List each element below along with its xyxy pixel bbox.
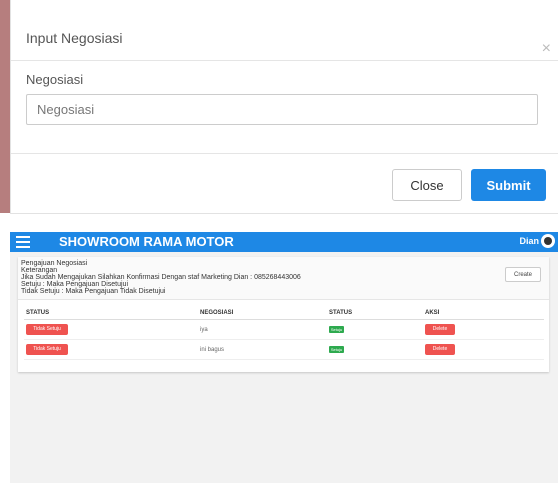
column-header-negosiasi: NEGOSIASI xyxy=(198,307,327,320)
delete-button[interactable]: Delete xyxy=(425,344,455,355)
create-button[interactable]: Create xyxy=(505,267,541,282)
user-name[interactable]: Dian xyxy=(519,236,539,246)
negosiasi-table: STATUS NEGOSIASI STATUS AKSI Tidak Setuj… xyxy=(24,307,544,360)
card-header: Pengajuan Negosiasi Keterangan Jika Suda… xyxy=(18,257,549,300)
negosiasi-cell: iya xyxy=(198,319,327,340)
column-header-status: STATUS xyxy=(24,307,198,320)
submit-button[interactable]: Submit xyxy=(471,169,546,201)
setuju-badge: Setuju xyxy=(329,326,344,333)
table-header-row: STATUS NEGOSIASI STATUS AKSI xyxy=(24,307,544,320)
modal-footer: Close Submit xyxy=(11,153,558,214)
menu-icon[interactable] xyxy=(16,236,30,248)
tidak-setuju-button[interactable]: Tidak Setuju xyxy=(26,344,68,355)
setuju-badge: Setuju xyxy=(329,346,344,353)
info-instruction: Jika Sudah Mengajukan Silahkan Konfirmas… xyxy=(21,274,301,281)
info-title: Pengajuan Negosiasi xyxy=(21,260,88,267)
column-header-status-2: STATUS xyxy=(327,307,423,320)
negosiasi-card: Pengajuan Negosiasi Keterangan Jika Suda… xyxy=(18,257,549,372)
info-keterangan: Keterangan xyxy=(21,267,58,274)
close-button[interactable]: Close xyxy=(392,169,462,201)
negosiasi-label: Negosiasi xyxy=(26,72,84,87)
input-negosiasi-modal: Input Negosiasi × Negosiasi Close Submit xyxy=(10,0,558,214)
navbar: SHOWROOM RAMA MOTOR Dian xyxy=(10,232,558,252)
close-icon[interactable]: × xyxy=(542,41,551,57)
delete-button[interactable]: Delete xyxy=(425,324,455,335)
info-text: Pengajuan Negosiasi Keterangan Jika Suda… xyxy=(21,260,301,295)
table-row: Tidak Setuju iya Setuju Delete xyxy=(24,319,544,340)
column-header-aksi: AKSI xyxy=(423,307,544,320)
modal-title: Input Negosiasi xyxy=(26,30,123,46)
negosiasi-cell: ini bagus xyxy=(198,339,327,360)
negosiasi-input[interactable] xyxy=(26,94,538,125)
tidak-setuju-button[interactable]: Tidak Setuju xyxy=(26,324,68,335)
info-setuju: Setuju : Maka Pengajuan Disetujui xyxy=(21,281,129,288)
user-avatar-icon[interactable] xyxy=(541,234,555,248)
modal-backdrop xyxy=(0,0,10,213)
table-row: Tidak Setuju ini bagus Setuju Delete xyxy=(24,339,544,360)
brand-title[interactable]: SHOWROOM RAMA MOTOR xyxy=(59,234,234,249)
main-content: Pengajuan Negosiasi Keterangan Jika Suda… xyxy=(10,252,558,483)
info-tidak-setuju: Tidak Setuju : Maka Pengajuan Tidak Dise… xyxy=(21,288,166,295)
modal-header: Input Negosiasi × xyxy=(11,0,558,61)
